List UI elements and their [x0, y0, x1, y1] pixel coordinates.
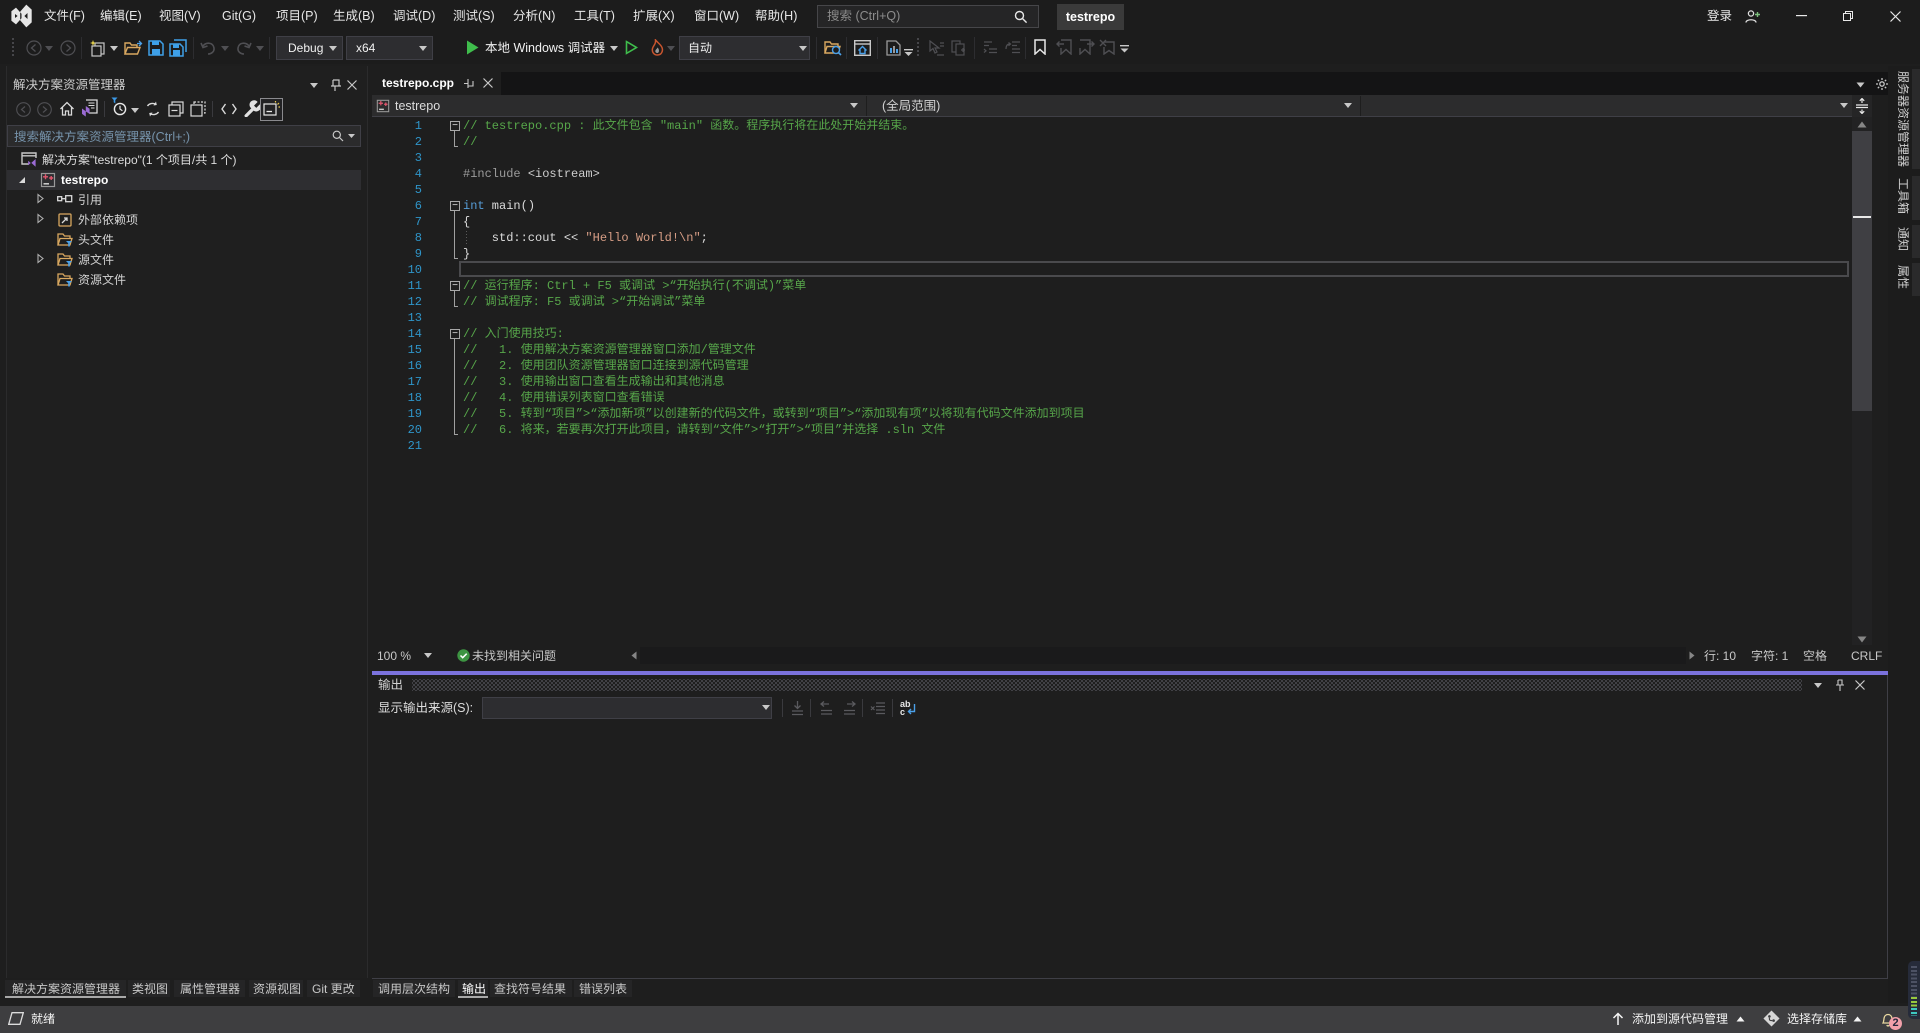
svg-text:c: c	[900, 707, 905, 717]
